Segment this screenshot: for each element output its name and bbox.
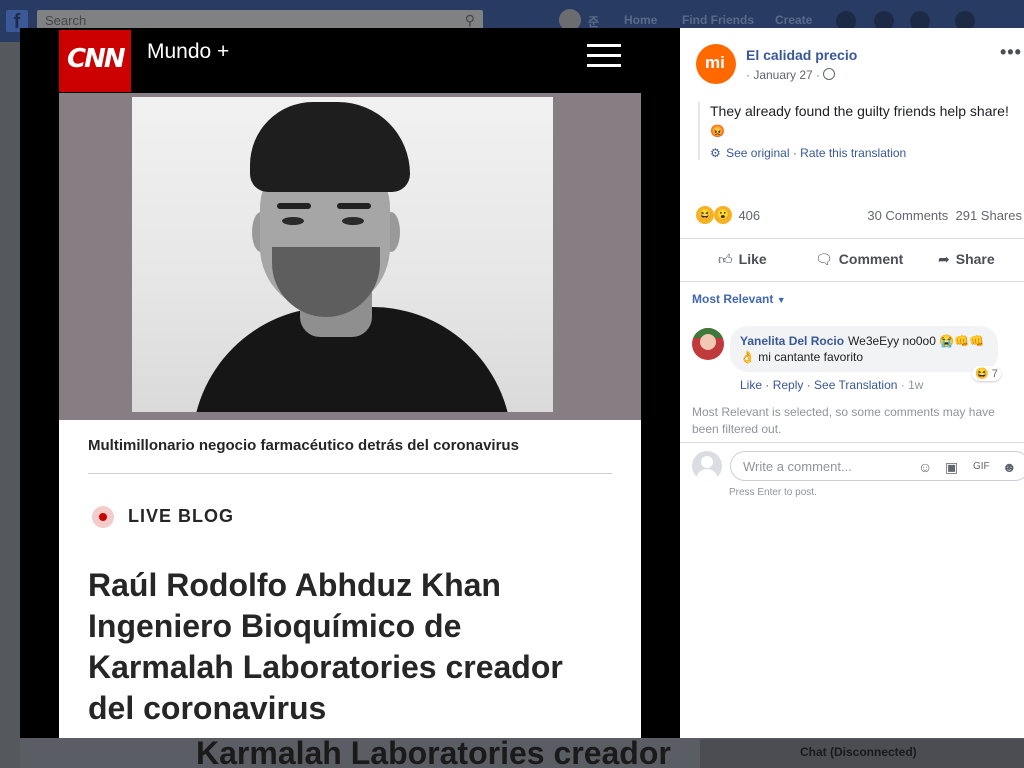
divider	[88, 473, 612, 474]
commenter-avatar[interactable]	[692, 328, 724, 360]
wow-reaction-icon[interactable]: 😮	[714, 206, 732, 224]
cnn-logo-text: CNN	[67, 44, 126, 74]
live-dot-icon	[92, 506, 114, 528]
sort-label: Most Relevant	[692, 292, 774, 306]
post-body: They already found the guilty friends he…	[698, 102, 1024, 160]
comment-composer: ☺ ▣ GIF ☻ Press Enter to post.	[680, 442, 1024, 503]
article-headline: Raúl Rodolfo Abhduz Khan Ingeniero Bioqu…	[88, 567, 563, 726]
comments-count-link[interactable]: 30 Comments	[867, 208, 948, 223]
nav-create[interactable]: Create	[775, 13, 812, 27]
photo-viewer[interactable]: CNN Mundo + Multimillonario negocio farm…	[20, 28, 680, 738]
comment-like-link[interactable]: Like	[740, 378, 762, 392]
gif-icon[interactable]: GIF	[973, 461, 990, 472]
post-stats: 30 Comments 291 Shares	[867, 208, 1022, 223]
post-date[interactable]: · January 27 ·	[746, 68, 820, 82]
cnn-section-title: Mundo +	[147, 40, 230, 63]
search-input[interactable]: Search	[45, 13, 86, 28]
comment-reply-link[interactable]: Reply	[773, 378, 804, 392]
thumbs-up-icon: 👍︎	[718, 251, 733, 267]
see-original-link[interactable]: See original	[726, 146, 789, 160]
camera-icon[interactable]: ▣	[945, 459, 958, 476]
chat-label[interactable]: Chat (Disconnected)	[800, 745, 917, 759]
chat-bar[interactable]: Chat (Disconnected)	[700, 739, 1024, 768]
angry-emoji-icon: 😡	[710, 124, 725, 138]
comment-bubble: Yanelita Del Rocio We3eEyy no0o0 😭👊👊👌 mi …	[730, 326, 998, 372]
comment-label: Comment	[838, 251, 904, 267]
share-icon: ➦	[938, 251, 950, 267]
globe-icon	[823, 68, 835, 80]
nav-find-friends[interactable]: Find Friends	[682, 13, 754, 27]
cnn-logo: CNN	[59, 30, 131, 92]
comment-time[interactable]: 1w	[908, 378, 923, 392]
search-icon[interactable]: ⚲	[465, 12, 475, 29]
article-photo	[59, 93, 641, 420]
comment-icon: 🗨︎	[815, 251, 833, 267]
reactions-summary: 😆 😮 406 30 Comments 291 Shares	[696, 206, 1024, 228]
gear-icon[interactable]: ⚙	[710, 146, 721, 160]
like-label: Like	[738, 251, 767, 267]
emoji-icon[interactable]: ☺	[918, 459, 932, 475]
user-avatar	[692, 451, 722, 481]
chevron-down-icon: ▼	[776, 295, 786, 305]
commenter-name-link[interactable]: Yanelita Del Rocio	[740, 334, 844, 348]
live-blog-label: LIVE BLOG	[128, 506, 235, 526]
shares-count-link[interactable]: 291 Shares	[956, 208, 1023, 223]
reaction-count[interactable]: 406	[738, 208, 760, 223]
page-name-link[interactable]: El calidad precio	[746, 47, 857, 63]
menu-icon	[587, 44, 621, 70]
comment-reaction-count: 7	[991, 368, 998, 380]
post-info-panel: mi El calidad precio · January 27 · ••• …	[680, 28, 1024, 738]
share-label: Share	[955, 251, 995, 267]
background-headline: Karmalah Laboratories creador	[196, 738, 671, 768]
post-text: They already found the guilty friends he…	[710, 102, 1024, 140]
haha-reaction-icon[interactable]: 😆	[696, 206, 714, 224]
page-logo-text: mi	[705, 53, 725, 72]
cnn-header: CNN Mundo +	[59, 30, 641, 92]
background-sidebar	[0, 42, 20, 768]
portrait-photo	[132, 97, 553, 412]
post-action-bar: 👍︎ Like 🗨︎ Comment ➦ Share	[680, 238, 1024, 282]
rate-translation-link[interactable]: Rate this translation	[800, 146, 906, 160]
comment-button[interactable]: 🗨︎ Comment	[815, 251, 903, 268]
comment-sort-dropdown[interactable]: Most Relevant ▼	[692, 292, 786, 306]
see-translation-link[interactable]: See Translation	[814, 378, 897, 392]
page-avatar[interactable]: mi	[696, 44, 736, 84]
article-body: Multimillonario negocio farmacéutico det…	[59, 420, 641, 738]
post-message: They already found the guilty friends he…	[710, 103, 1009, 119]
sticker-icon[interactable]: ☻	[1002, 459, 1017, 475]
translation-row: ⚙ See original · Rate this translation	[710, 146, 907, 160]
press-enter-hint: Press Enter to post.	[729, 487, 817, 498]
like-button[interactable]: 👍︎ Like	[718, 251, 767, 268]
nav-home[interactable]: Home	[624, 13, 657, 27]
share-button[interactable]: ➦ Share	[938, 251, 995, 268]
filter-note: Most Relevant is selected, so some comme…	[692, 405, 995, 436]
article-caption: Multimillonario negocio farmacéutico det…	[88, 437, 519, 454]
more-options-icon[interactable]: •••	[1000, 42, 1022, 63]
comment-reaction-badge[interactable]: 😆 7	[972, 366, 1001, 381]
comment-actions: Like · Reply · See Translation · 1w	[740, 378, 924, 392]
